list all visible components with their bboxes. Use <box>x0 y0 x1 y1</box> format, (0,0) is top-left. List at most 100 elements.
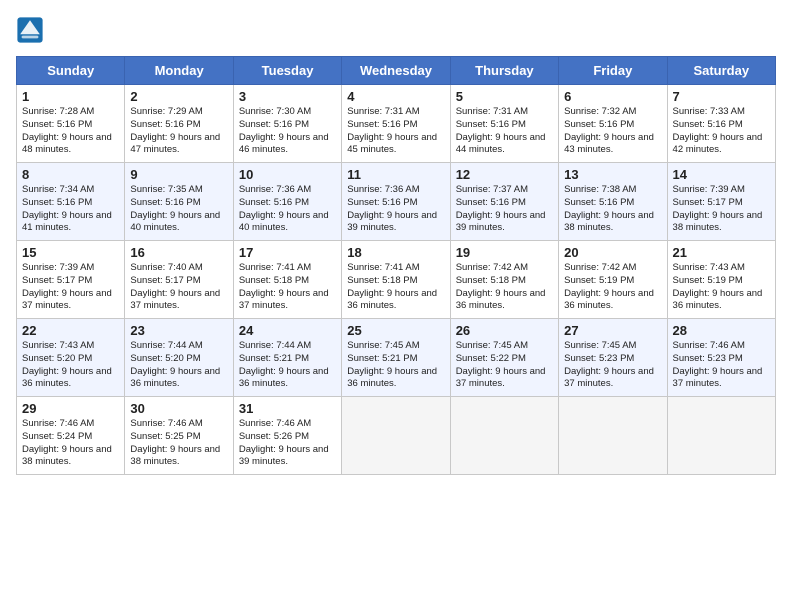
page-header <box>16 16 776 44</box>
weekday-header-thursday: Thursday <box>450 57 558 85</box>
calendar-cell: 16 Sunrise: 7:40 AMSunset: 5:17 PMDayligh… <box>125 241 233 319</box>
calendar-table: SundayMondayTuesdayWednesdayThursdayFrid… <box>16 56 776 475</box>
cell-info: Sunrise: 7:42 AMSunset: 5:18 PMDaylight:… <box>456 262 553 313</box>
cell-info: Sunrise: 7:46 AMSunset: 5:23 PMDaylight:… <box>673 340 770 391</box>
week-row-2: 8 Sunrise: 7:34 AMSunset: 5:16 PMDaylight… <box>17 163 776 241</box>
cell-info: Sunrise: 7:31 AMSunset: 5:16 PMDaylight:… <box>347 106 444 157</box>
calendar-cell <box>342 397 450 475</box>
week-row-3: 15 Sunrise: 7:39 AMSunset: 5:17 PMDayligh… <box>17 241 776 319</box>
weekday-header-tuesday: Tuesday <box>233 57 341 85</box>
cell-info: Sunrise: 7:45 AMSunset: 5:23 PMDaylight:… <box>564 340 661 391</box>
calendar-cell: 28 Sunrise: 7:46 AMSunset: 5:23 PMDayligh… <box>667 319 775 397</box>
cell-info: Sunrise: 7:35 AMSunset: 5:16 PMDaylight:… <box>130 184 227 235</box>
calendar-cell <box>667 397 775 475</box>
cell-info: Sunrise: 7:46 AMSunset: 5:26 PMDaylight:… <box>239 418 336 469</box>
day-number: 29 <box>22 401 119 416</box>
day-number: 10 <box>239 167 336 182</box>
cell-info: Sunrise: 7:46 AMSunset: 5:25 PMDaylight:… <box>130 418 227 469</box>
day-number: 4 <box>347 89 444 104</box>
cell-info: Sunrise: 7:30 AMSunset: 5:16 PMDaylight:… <box>239 106 336 157</box>
calendar-cell: 23Sunrise: 7:44 AMSunset: 5:20 PMDayligh… <box>125 319 233 397</box>
calendar-cell: 7 Sunrise: 7:33 AMSunset: 5:16 PMDaylight… <box>667 85 775 163</box>
weekday-header-row: SundayMondayTuesdayWednesdayThursdayFrid… <box>17 57 776 85</box>
day-number: 14 <box>673 167 770 182</box>
week-row-1: 1 Sunrise: 7:28 AMSunset: 5:16 PMDaylight… <box>17 85 776 163</box>
day-number: 20 <box>564 245 661 260</box>
calendar-cell <box>559 397 667 475</box>
calendar-cell: 22Sunrise: 7:43 AMSunset: 5:20 PMDayligh… <box>17 319 125 397</box>
weekday-header-sunday: Sunday <box>17 57 125 85</box>
calendar-cell: 15 Sunrise: 7:39 AMSunset: 5:17 PMDayligh… <box>17 241 125 319</box>
cell-info: Sunrise: 7:41 AMSunset: 5:18 PMDaylight:… <box>347 262 444 313</box>
weekday-header-monday: Monday <box>125 57 233 85</box>
cell-info: Sunrise: 7:41 AMSunset: 5:18 PMDaylight:… <box>239 262 336 313</box>
day-number: 24 <box>239 323 336 338</box>
weekday-header-friday: Friday <box>559 57 667 85</box>
calendar-cell <box>450 397 558 475</box>
cell-info: Sunrise: 7:39 AMSunset: 5:17 PMDaylight:… <box>673 184 770 235</box>
day-number: 28 <box>673 323 770 338</box>
week-row-4: 22Sunrise: 7:43 AMSunset: 5:20 PMDayligh… <box>17 319 776 397</box>
cell-info: Sunrise: 7:34 AMSunset: 5:16 PMDaylight:… <box>22 184 119 235</box>
calendar-cell: 13 Sunrise: 7:38 AMSunset: 5:16 PMDayligh… <box>559 163 667 241</box>
calendar-cell: 19 Sunrise: 7:42 AMSunset: 5:18 PMDayligh… <box>450 241 558 319</box>
day-number: 21 <box>673 245 770 260</box>
cell-info: Sunrise: 7:28 AMSunset: 5:16 PMDaylight:… <box>22 106 119 157</box>
cell-info: Sunrise: 7:43 AMSunset: 5:19 PMDaylight:… <box>673 262 770 313</box>
day-number: 27 <box>564 323 661 338</box>
cell-info: Sunrise: 7:32 AMSunset: 5:16 PMDaylight:… <box>564 106 661 157</box>
cell-info: Sunrise: 7:33 AMSunset: 5:16 PMDaylight:… <box>673 106 770 157</box>
day-number: 3 <box>239 89 336 104</box>
day-number: 1 <box>22 89 119 104</box>
cell-info: Sunrise: 7:36 AMSunset: 5:16 PMDaylight:… <box>347 184 444 235</box>
calendar-cell: 27 Sunrise: 7:45 AMSunset: 5:23 PMDayligh… <box>559 319 667 397</box>
day-number: 19 <box>456 245 553 260</box>
logo-icon <box>16 16 44 44</box>
day-number: 16 <box>130 245 227 260</box>
day-number: 13 <box>564 167 661 182</box>
cell-info: Sunrise: 7:42 AMSunset: 5:19 PMDaylight:… <box>564 262 661 313</box>
calendar-cell: 12 Sunrise: 7:37 AMSunset: 5:16 PMDayligh… <box>450 163 558 241</box>
day-number: 25 <box>347 323 444 338</box>
day-number: 18 <box>347 245 444 260</box>
logo <box>16 16 46 44</box>
cell-info: Sunrise: 7:45 AMSunset: 5:22 PMDaylight:… <box>456 340 553 391</box>
calendar-cell: 9Sunrise: 7:35 AMSunset: 5:16 PMDaylight… <box>125 163 233 241</box>
day-number: 7 <box>673 89 770 104</box>
day-number: 12 <box>456 167 553 182</box>
calendar-cell: 1 Sunrise: 7:28 AMSunset: 5:16 PMDaylight… <box>17 85 125 163</box>
calendar-cell: 17 Sunrise: 7:41 AMSunset: 5:18 PMDayligh… <box>233 241 341 319</box>
cell-info: Sunrise: 7:37 AMSunset: 5:16 PMDaylight:… <box>456 184 553 235</box>
day-number: 5 <box>456 89 553 104</box>
day-number: 8 <box>22 167 119 182</box>
cell-info: Sunrise: 7:29 AMSunset: 5:16 PMDaylight:… <box>130 106 227 157</box>
cell-info: Sunrise: 7:39 AMSunset: 5:17 PMDaylight:… <box>22 262 119 313</box>
calendar-cell: 26 Sunrise: 7:45 AMSunset: 5:22 PMDayligh… <box>450 319 558 397</box>
weekday-header-saturday: Saturday <box>667 57 775 85</box>
cell-info: Sunrise: 7:45 AMSunset: 5:21 PMDaylight:… <box>347 340 444 391</box>
day-number: 6 <box>564 89 661 104</box>
calendar-cell: 29 Sunrise: 7:46 AMSunset: 5:24 PMDayligh… <box>17 397 125 475</box>
cell-info: Sunrise: 7:38 AMSunset: 5:16 PMDaylight:… <box>564 184 661 235</box>
day-number: 23 <box>130 323 227 338</box>
cell-info: Sunrise: 7:46 AMSunset: 5:24 PMDaylight:… <box>22 418 119 469</box>
calendar-cell: 20 Sunrise: 7:42 AMSunset: 5:19 PMDayligh… <box>559 241 667 319</box>
calendar-cell: 2 Sunrise: 7:29 AMSunset: 5:16 PMDaylight… <box>125 85 233 163</box>
calendar-cell: 5Sunrise: 7:31 AMSunset: 5:16 PMDaylight… <box>450 85 558 163</box>
calendar-cell: 11Sunrise: 7:36 AMSunset: 5:16 PMDayligh… <box>342 163 450 241</box>
cell-info: Sunrise: 7:40 AMSunset: 5:17 PMDaylight:… <box>130 262 227 313</box>
cell-info: Sunrise: 7:44 AMSunset: 5:21 PMDaylight:… <box>239 340 336 391</box>
day-number: 26 <box>456 323 553 338</box>
day-number: 15 <box>22 245 119 260</box>
calendar-cell: 3 Sunrise: 7:30 AMSunset: 5:16 PMDaylight… <box>233 85 341 163</box>
day-number: 30 <box>130 401 227 416</box>
day-number: 2 <box>130 89 227 104</box>
day-number: 22 <box>22 323 119 338</box>
calendar-cell: 6 Sunrise: 7:32 AMSunset: 5:16 PMDaylight… <box>559 85 667 163</box>
calendar-cell: 4 Sunrise: 7:31 AMSunset: 5:16 PMDaylight… <box>342 85 450 163</box>
calendar-cell: 30 Sunrise: 7:46 AMSunset: 5:25 PMDayligh… <box>125 397 233 475</box>
day-number: 17 <box>239 245 336 260</box>
week-row-5: 29 Sunrise: 7:46 AMSunset: 5:24 PMDayligh… <box>17 397 776 475</box>
cell-info: Sunrise: 7:36 AMSunset: 5:16 PMDaylight:… <box>239 184 336 235</box>
calendar-cell: 25 Sunrise: 7:45 AMSunset: 5:21 PMDayligh… <box>342 319 450 397</box>
